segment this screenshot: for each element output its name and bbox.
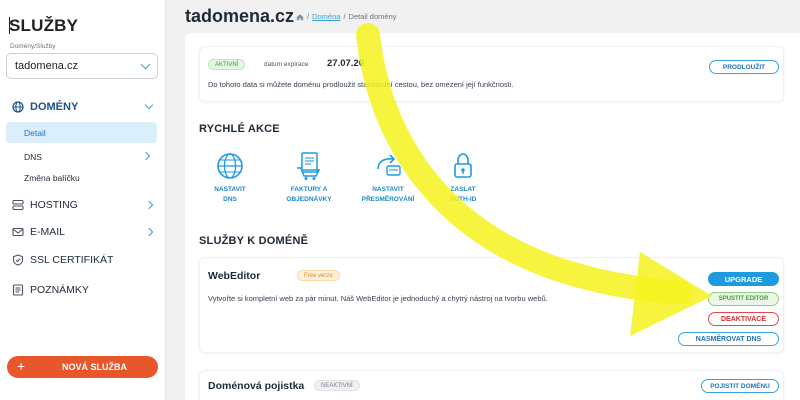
- home-icon[interactable]: [296, 13, 304, 21]
- domain-status-card: AKTIVNÍ datum expirace 27.07.20 Do tohot…: [199, 46, 784, 102]
- chevron-down-icon: [144, 100, 154, 110]
- chevron-right-icon: [141, 151, 151, 161]
- sidebar-item-hosting[interactable]: HOSTING: [0, 194, 166, 216]
- redirect-icon: [377, 154, 401, 176]
- insure-domain-button[interactable]: POJISTIT DOMÉNU: [701, 379, 779, 393]
- new-service-label: NOVÁ SLUŽBA: [62, 362, 127, 372]
- redirect-dns-button[interactable]: NASMĚROVAT DNS: [678, 332, 779, 346]
- chevron-down-icon: [140, 59, 151, 70]
- sidebar-brand: SLUŽBY: [9, 16, 79, 35]
- sidebar-item-label: HOSTING: [30, 199, 78, 211]
- status-badge: AKTIVNÍ: [208, 59, 246, 70]
- globe-icon: [12, 101, 24, 113]
- lock-icon: [454, 153, 472, 178]
- notes-icon: [12, 284, 24, 296]
- quick-action-label: NASTAVIT PŘESMĚROVÁNÍ: [361, 186, 415, 203]
- sidebar-item-email[interactable]: E-MAIL: [0, 221, 166, 243]
- quick-action-label: FAKTURY A OBJEDNÁVKY: [286, 186, 332, 203]
- plus-icon: +: [17, 358, 26, 374]
- sidebar-item-label: POZNÁMKY: [30, 284, 89, 296]
- envelope-icon: [12, 227, 24, 237]
- domain-insurance-card: Doménová pojistka NEAKTIVNÍ POJISTIT DOM…: [199, 370, 784, 400]
- sidebar-item-notes[interactable]: POZNÁMKY: [0, 279, 166, 301]
- webeditor-description: Vytvořte si kompletní web za pár minut. …: [208, 294, 548, 303]
- sidebar-subitem-label: DNS: [24, 151, 42, 162]
- chevron-right-icon: [144, 200, 154, 210]
- sidebar-item-label: E-MAIL: [30, 226, 66, 238]
- insurance-title: Doménová pojistka: [208, 380, 305, 392]
- quick-action-redirect[interactable]: NASTAVIT PŘESMĚROVÁNÍ: [353, 151, 423, 205]
- server-icon: [12, 199, 24, 211]
- expiry-label: datum expirace: [264, 61, 309, 68]
- services-title: SLUŽBY K DOMÉNĚ: [199, 235, 309, 247]
- renew-button[interactable]: PRODLOUŽIT: [709, 60, 779, 74]
- webeditor-badge: Free verze: [297, 270, 340, 281]
- breadcrumb-link-domena[interactable]: Doména: [312, 12, 340, 21]
- domain-select-value: tadomena.cz: [15, 60, 78, 72]
- insurance-badge: NEAKTIVNÍ: [314, 380, 360, 391]
- sidebar-brand-subtitle: Domény/Služby: [10, 43, 56, 50]
- quick-action-auth-id[interactable]: ZASLAT AUTH-ID: [428, 151, 498, 205]
- quick-action-dns[interactable]: NASTAVIT DNS: [195, 151, 265, 205]
- quick-action-invoices[interactable]: FAKTURY A OBJEDNÁVKY: [274, 151, 344, 205]
- expiry-date: 27.07.20: [327, 58, 364, 69]
- upgrade-button[interactable]: UPGRADE: [708, 272, 779, 286]
- sidebar-subitem-label: Detail: [24, 127, 46, 138]
- breadcrumb-separator: /: [307, 12, 310, 21]
- new-service-button[interactable]: + NOVÁ SLUŽBA: [7, 356, 158, 378]
- webeditor-card: WebEditor Free verze Vytvořte si komplet…: [199, 257, 784, 353]
- sidebar-subitem-detail[interactable]: Detail: [6, 122, 157, 143]
- quick-action-label: NASTAVIT DNS: [214, 186, 246, 203]
- sidebar-subitem-dns[interactable]: DNS: [6, 146, 157, 167]
- quick-actions-title: RYCHLÉ AKCE: [199, 123, 280, 135]
- sidebar-item-label: DOMÉNY: [30, 101, 79, 113]
- chevron-right-icon: [144, 227, 154, 237]
- quick-action-label: ZASLAT AUTH-ID: [449, 186, 477, 203]
- sidebar-item-domeny[interactable]: DOMÉNY: [0, 96, 166, 118]
- sidebar-subitem-label: Změna balíčku: [24, 172, 80, 183]
- sidebar: SLUŽBY Domény/Služby tadomena.cz DOMÉNY …: [0, 0, 166, 400]
- main-content: AKTIVNÍ datum expirace 27.07.20 Do tohot…: [185, 33, 800, 400]
- deactivate-button[interactable]: DEAKTIVACE: [708, 312, 779, 326]
- breadcrumb-separator: /: [343, 12, 346, 21]
- invoice-cart-icon: [297, 152, 321, 180]
- page-title: tadomena.cz: [185, 6, 295, 26]
- sidebar-item-label: SSL CERTIFIKÁT: [30, 254, 114, 266]
- breadcrumb: / Doména / Detail domény: [296, 12, 397, 21]
- sidebar-subitem-zmena-balicku[interactable]: Změna balíčku: [6, 167, 157, 188]
- sidebar-item-ssl[interactable]: SSL CERTIFIKÁT: [0, 249, 166, 271]
- webeditor-title: WebEditor: [208, 270, 261, 282]
- shield-icon: [12, 254, 24, 266]
- breadcrumb-current: Detail domény: [348, 12, 397, 21]
- expiry-description: Do tohoto data si můžete doménu prodlouž…: [208, 80, 514, 89]
- domain-select[interactable]: tadomena.cz: [6, 53, 158, 79]
- launch-editor-button[interactable]: SPUSTIT EDITOR: [708, 292, 779, 306]
- globe-icon: [217, 153, 243, 179]
